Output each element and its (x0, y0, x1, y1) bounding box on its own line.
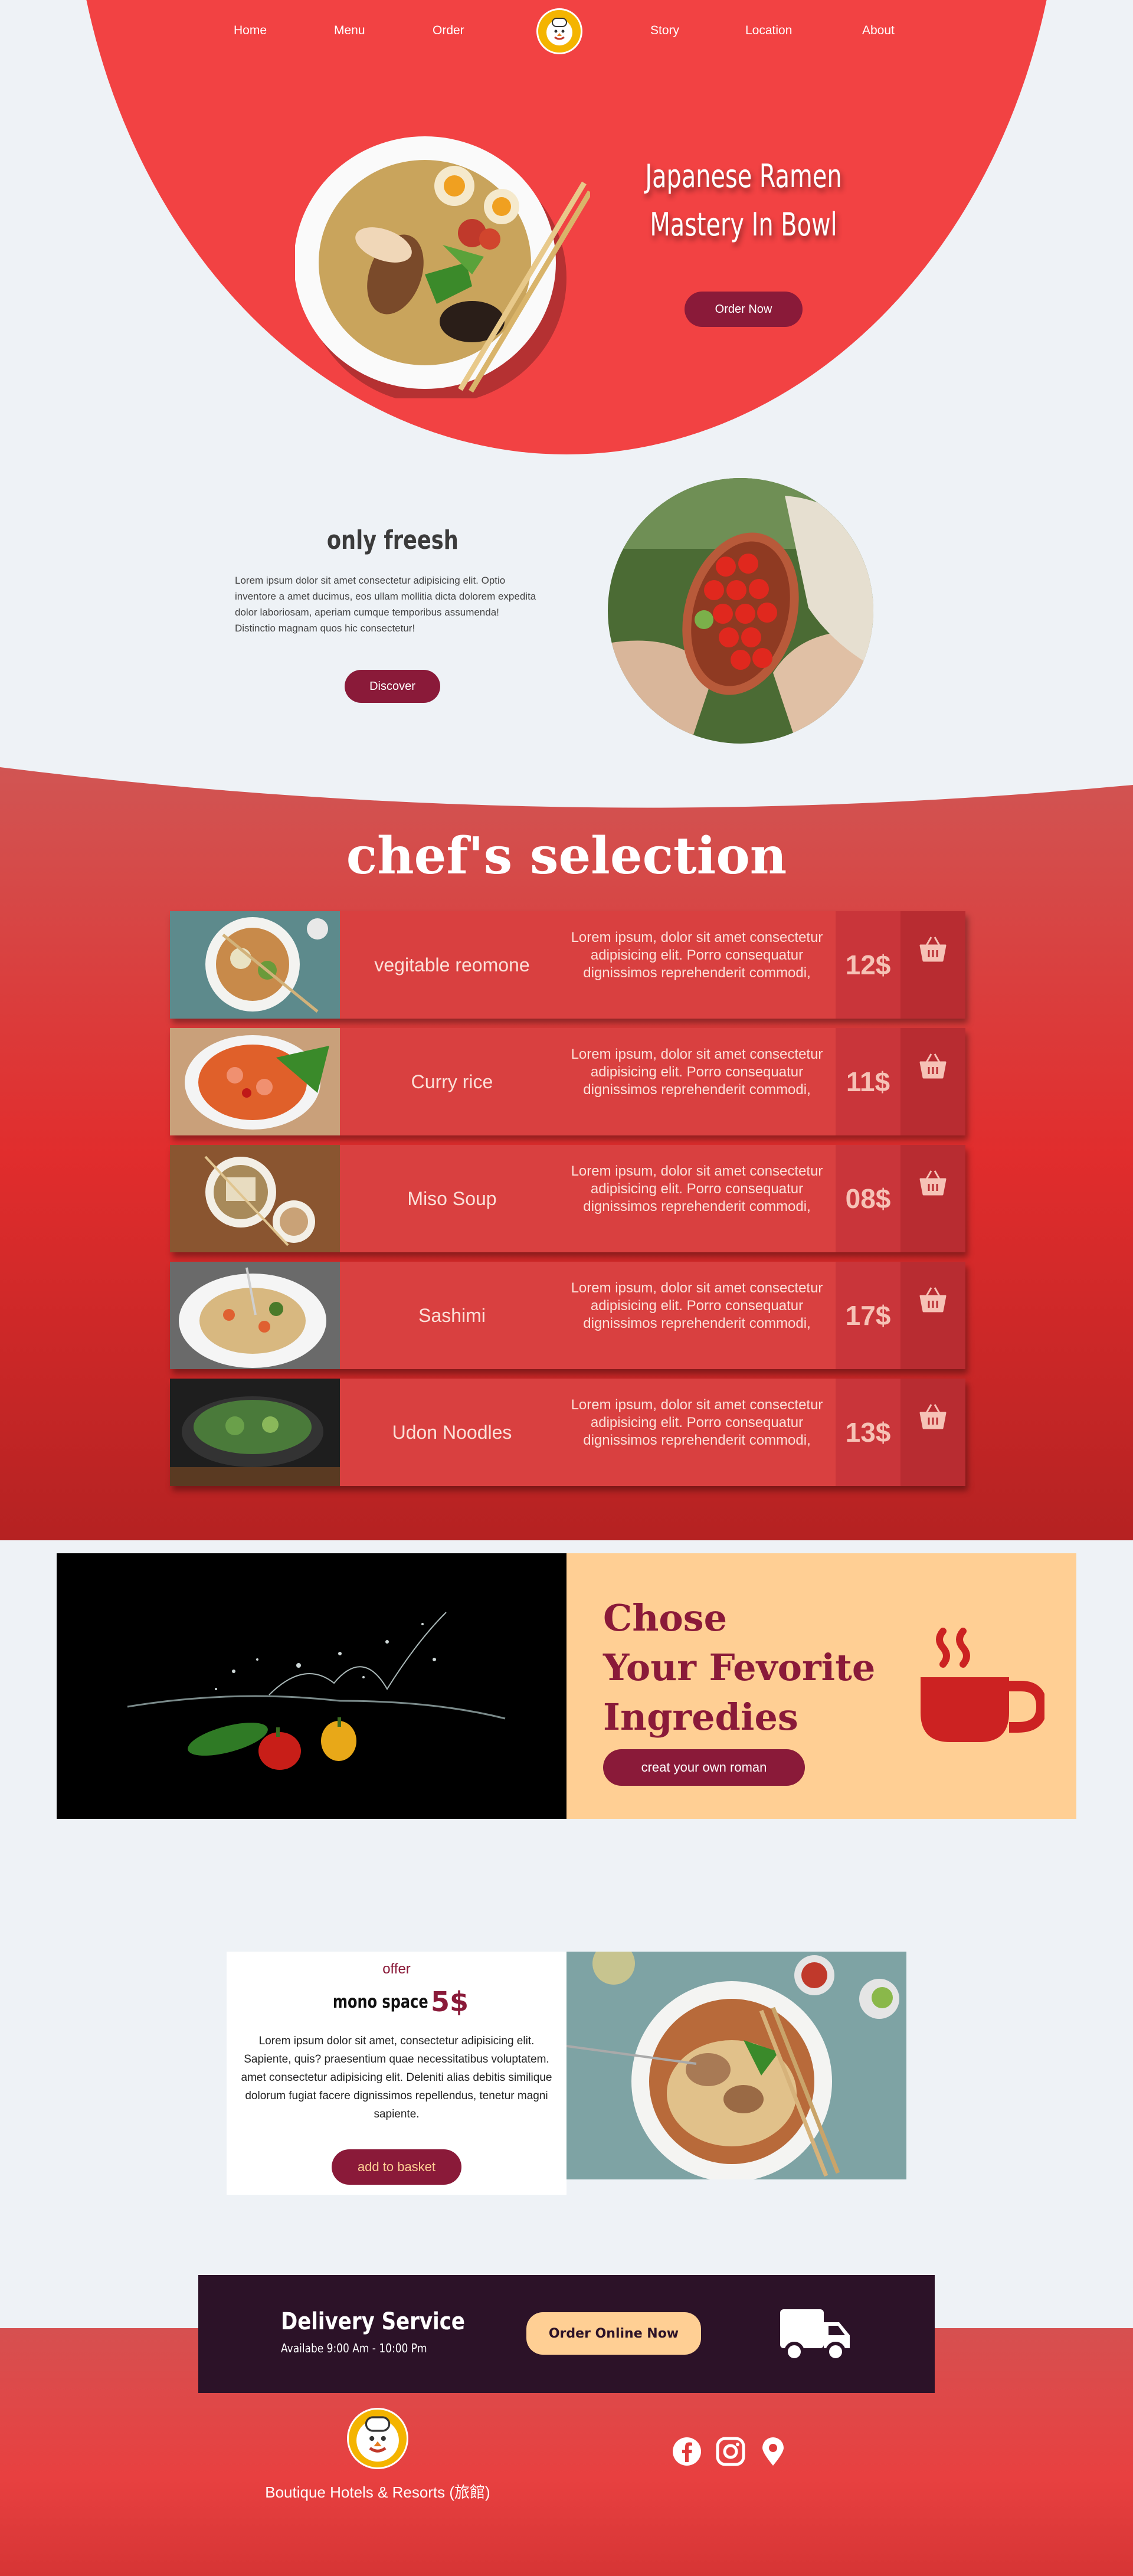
ingredients-panel: Chose Your Fevorite Ingredies creat your… (566, 1553, 1076, 1819)
basket-icon[interactable] (900, 1145, 965, 1252)
basket-icon[interactable] (900, 1379, 965, 1486)
menu-item-photo (170, 1145, 340, 1252)
offer-description: Lorem ipsum dolor sit amet, consectetur … (241, 2035, 552, 2120)
nav-menu[interactable]: Menu (334, 24, 365, 38)
offer-ramen-photo (566, 1952, 906, 2179)
menu-item-price: 08$ (836, 1145, 900, 1252)
menu-item-photo (170, 1262, 340, 1369)
delivery-title: Delivery Service (281, 2308, 465, 2335)
order-now-button[interactable]: Order Now (685, 292, 803, 327)
basket-icon[interactable] (900, 1262, 965, 1369)
menu-item-name: Sashimi (418, 1304, 486, 1326)
menu-item-price: 12$ (836, 911, 900, 1019)
menu-item-price: 13$ (836, 1379, 900, 1486)
tomatoes-photo (608, 478, 873, 744)
instagram-icon[interactable] (715, 2436, 746, 2467)
ramen-bowl-image (295, 136, 590, 398)
nav-about[interactable]: About (862, 24, 895, 38)
facebook-icon[interactable] (672, 2436, 702, 2467)
logo-chef-icon[interactable] (536, 8, 582, 54)
add-to-basket-button[interactable]: add to basket (332, 2149, 461, 2185)
menu-item-description: Lorem ipsum, dolor sit amet consectetur … (571, 1163, 823, 1215)
offer-card: offer mono space 5$ Lorem ipsum dolor si… (227, 1952, 566, 2195)
delivery-hours: Availabe 9:00 Am - 10:00 Pm (281, 2341, 427, 2355)
fresh-description: Lorem ipsum dolor sit amet consectetur a… (235, 575, 536, 634)
ingredients-title: Chose Your Fevorite Ingredies (603, 1596, 876, 1739)
location-pin-icon[interactable] (758, 2436, 788, 2467)
basket-icon[interactable] (900, 911, 965, 1019)
menu-item-photo (170, 1379, 340, 1486)
hero-title: Japanese Ramen Mastery In Bowl (645, 158, 842, 243)
offer-label: offer (382, 1961, 411, 1977)
discover-button[interactable]: Discover (345, 670, 440, 703)
fresh-title: only freesh (326, 525, 459, 555)
create-ramen-button[interactable]: creat your own roman (603, 1749, 805, 1786)
truck-icon (780, 2309, 850, 2362)
menu-item-description: Lorem ipsum, dolor sit amet consectetur … (571, 929, 823, 981)
basket-icon[interactable] (900, 1028, 965, 1135)
delivery-banner: Delivery Service Availabe 9:00 Am - 10:0… (198, 2275, 935, 2393)
order-online-button[interactable]: Order Online Now (526, 2312, 701, 2355)
offer-price: 5$ (431, 1986, 469, 2018)
menu-item-photo (170, 911, 340, 1019)
coffee-cup-icon (921, 1628, 1044, 1742)
menu-item-description: Lorem ipsum, dolor sit amet consectetur … (571, 1397, 823, 1448)
footer-brand-name: Boutique Hotels & Resorts (旅館) (265, 2483, 490, 2501)
menu-item-price: 17$ (836, 1262, 900, 1369)
menu-item-photo (170, 1028, 340, 1135)
nav-location[interactable]: Location (745, 24, 792, 38)
nav-order[interactable]: Order (433, 24, 464, 38)
menu-item-name: Udon Noodles (392, 1421, 512, 1443)
nav-story[interactable]: Story (650, 24, 679, 38)
peppers-splash-photo (57, 1553, 566, 1819)
menu-item-description: Lorem ipsum, dolor sit amet consectetur … (571, 1280, 823, 1331)
menu-item-name: Miso Soup (407, 1187, 497, 1209)
navbar: Home Menu Order Story Location About (0, 0, 1133, 64)
menu-item-description: Lorem ipsum, dolor sit amet consectetur … (571, 1046, 823, 1098)
chef-selection-title: chef's selection (346, 826, 787, 886)
nav-home[interactable]: Home (234, 24, 267, 38)
footer-logo-icon[interactable] (347, 2408, 408, 2469)
menu-item-name: vegitable reomone (374, 954, 530, 976)
menu-item-price: 11$ (836, 1028, 900, 1135)
menu-item-name: Curry rice (411, 1071, 493, 1092)
